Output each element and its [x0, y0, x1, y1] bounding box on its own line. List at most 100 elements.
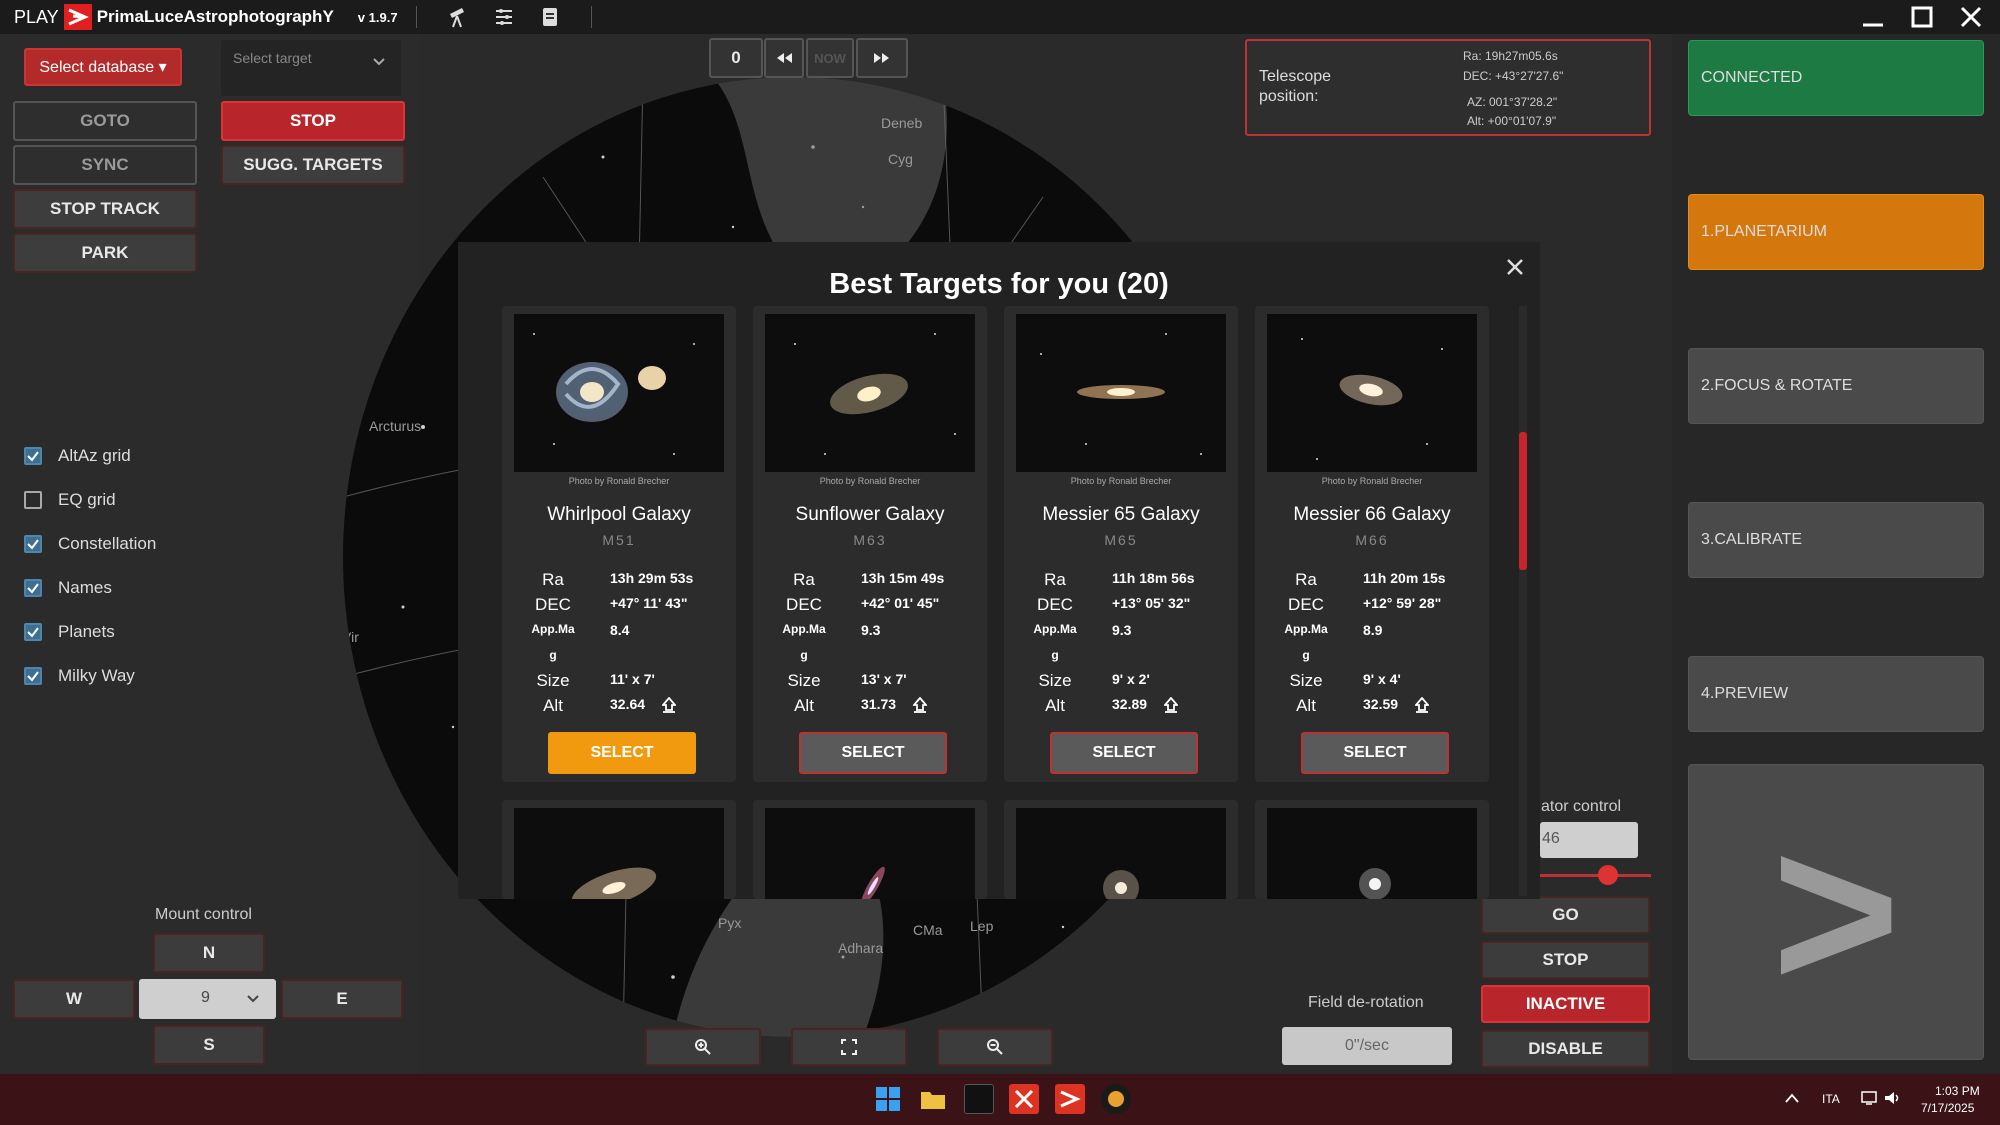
dec-key: DEC	[1288, 595, 1324, 614]
scrollbar-thumb[interactable]	[1519, 432, 1527, 570]
language-indicator[interactable]: ITA	[1822, 1092, 1840, 1106]
time-offset-value[interactable]: 0	[709, 38, 763, 78]
chevron-down-icon	[373, 58, 385, 66]
rising-arrow-icon	[1415, 697, 1429, 713]
fast-forward-icon[interactable]	[856, 38, 908, 78]
sky-label-adhara: Adhara	[838, 940, 884, 956]
planets-checkbox[interactable]: Planets	[24, 622, 115, 642]
clock-time[interactable]: 1:03 PM	[1935, 1084, 1980, 1098]
chevron-up-icon[interactable]	[1784, 1092, 1800, 1104]
telescope-icon[interactable]	[445, 4, 471, 30]
east-button[interactable]: E	[281, 979, 403, 1019]
mount-speed-dropdown[interactable]: 9	[139, 979, 276, 1019]
app-icon[interactable]	[964, 1084, 994, 1114]
galaxy-photo	[1016, 808, 1226, 899]
primaluce-app-icon[interactable]	[1055, 1084, 1085, 1114]
planetarium-stage-button[interactable]: 1.PLANETARIUM	[1688, 194, 1984, 270]
eq-grid-checkbox[interactable]: EQ grid	[24, 490, 116, 510]
app-x-icon[interactable]	[1009, 1084, 1039, 1114]
appmag-value: 8.4	[610, 622, 630, 638]
appmag-value: 8.9	[1363, 622, 1383, 638]
appmag-key: App.Ma	[782, 622, 826, 636]
select-button[interactable]: SELECT	[799, 732, 947, 774]
appmag-key: App.Ma	[531, 622, 575, 636]
clock-date[interactable]: 7/17/2025	[1921, 1101, 1974, 1115]
volume-icon[interactable]	[1884, 1090, 1902, 1106]
rotator-slider-handle[interactable]	[1598, 865, 1618, 885]
settings-sliders-icon[interactable]	[491, 4, 517, 30]
check-icon	[24, 667, 42, 685]
zoom-out-icon[interactable]	[937, 1028, 1053, 1066]
appmag-value: 9.3	[1112, 622, 1132, 638]
stop-button[interactable]: STOP	[221, 101, 405, 141]
network-icon[interactable]	[1861, 1090, 1879, 1106]
rotator-value: 46	[1542, 830, 1560, 847]
target-code: M65	[1104, 532, 1138, 548]
separator	[415, 6, 417, 28]
sky-app-icon[interactable]	[1101, 1084, 1131, 1114]
target-code: M51	[602, 532, 636, 548]
sugg-targets-button[interactable]: SUGG. TARGETS	[221, 145, 405, 185]
go-button[interactable]: GO	[1481, 896, 1650, 934]
zoom-in-icon[interactable]	[645, 1028, 761, 1066]
altaz-grid-checkbox[interactable]: AltAz grid	[24, 446, 131, 466]
select-database-button[interactable]: Select database ▾	[24, 48, 182, 86]
checkbox-label: AltAz grid	[58, 446, 131, 465]
goto-button[interactable]: GOTO	[13, 101, 197, 141]
dec-key: DEC	[1037, 595, 1073, 614]
now-button[interactable]: NOW	[806, 38, 854, 78]
minimize-icon[interactable]	[1848, 0, 1898, 34]
select-target-dropdown[interactable]: Select target	[221, 40, 401, 96]
derotation-value-field[interactable]: 0"/sec	[1282, 1027, 1452, 1065]
windows-start-icon[interactable]	[873, 1084, 903, 1114]
alt-key: Alt	[794, 696, 814, 715]
appmag-value: 9.3	[861, 622, 881, 638]
close-icon[interactable]	[1505, 257, 1525, 277]
rotator-control-label: ator control	[1541, 798, 1622, 815]
west-button[interactable]: W	[13, 979, 135, 1019]
close-icon[interactable]	[1946, 0, 1996, 34]
maximize-icon[interactable]	[1897, 0, 1947, 34]
file-explorer-icon[interactable]	[918, 1084, 948, 1114]
select-button[interactable]: SELECT	[1301, 732, 1449, 774]
photo-credit: Photo by Ronald Brecher	[568, 476, 670, 486]
north-button[interactable]: N	[153, 933, 265, 973]
dec-readout: DEC: +43°27'27.6"	[1463, 69, 1564, 83]
focus-rotate-stage-button[interactable]: 2.FOCUS & ROTATE	[1688, 348, 1984, 424]
appmag-key: App.Ma	[1284, 622, 1328, 636]
connected-status[interactable]: CONNECTED	[1688, 40, 1984, 116]
ra-value: 13h 15m 49s	[861, 570, 945, 586]
ra-key: Ra	[542, 570, 564, 589]
taskbar: ITA 1:03 PM 7/17/2025	[0, 1074, 2000, 1125]
calibrate-stage-button[interactable]: 3.CALIBRATE	[1688, 502, 1984, 578]
appmag-key-cont: g	[549, 648, 557, 662]
stop-track-button[interactable]: STOP TRACK	[13, 189, 197, 229]
inactive-button[interactable]: INACTIVE	[1481, 985, 1650, 1023]
constellation-checkbox[interactable]: Constellation	[24, 534, 156, 554]
names-checkbox[interactable]: Names	[24, 578, 112, 598]
fit-screen-icon[interactable]	[791, 1028, 907, 1066]
rewind-icon[interactable]	[764, 38, 804, 78]
ra-value: 11h 18m 56s	[1112, 570, 1195, 586]
rotator-input[interactable]: 46	[1540, 822, 1638, 858]
select-button[interactable]: SELECT	[548, 732, 696, 774]
rotator-stop-button[interactable]: STOP	[1481, 941, 1650, 979]
disable-button[interactable]: DISABLE	[1481, 1030, 1650, 1068]
size-value: 11' x 7'	[610, 671, 655, 687]
size-key: Size	[787, 671, 821, 690]
alt-readout: Alt: +00°01'07.9"	[1467, 114, 1557, 128]
scrollbar-track[interactable]	[1519, 306, 1527, 896]
sync-button[interactable]: SYNC	[13, 145, 197, 185]
south-button[interactable]: S	[153, 1025, 265, 1065]
next-stage-button[interactable]: >	[1688, 764, 1984, 1060]
preview-stage-button[interactable]: 4.PREVIEW	[1688, 656, 1984, 732]
sky-label-pyx: Pyx	[718, 915, 742, 931]
park-button[interactable]: PARK	[13, 233, 197, 273]
rising-arrow-icon	[913, 697, 927, 713]
photo-credit: Photo by Ronald Brecher	[1321, 476, 1423, 486]
milky-way-checkbox[interactable]: Milky Way	[24, 666, 135, 686]
chevron-down-icon	[247, 995, 259, 1003]
select-button[interactable]: SELECT	[1050, 732, 1198, 774]
notes-icon[interactable]	[537, 4, 563, 30]
checkbox-label: Constellation	[58, 534, 157, 553]
